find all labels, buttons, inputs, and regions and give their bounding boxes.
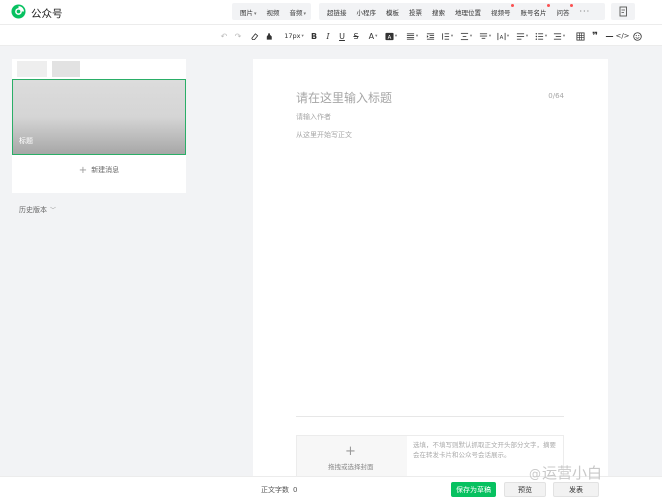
menu-audio[interactable]: 音频▾ [285, 7, 312, 17]
chevron-down-icon: ▾ [544, 33, 548, 39]
media-insert-menu: 图片▾ 视频 音频▾ [232, 3, 311, 20]
wechat-official-account-logo-icon [11, 4, 26, 19]
chevron-down-icon: ▾ [562, 33, 566, 39]
content-insert-menu: 超链接 小程序 模板 投票 搜索 地理位置 视频号 账号名片 问答 ··· [319, 3, 605, 20]
chevron-down-icon: ▾ [301, 33, 304, 39]
menu-mini-program[interactable]: 小程序 [352, 7, 382, 17]
svg-text:A: A [500, 34, 504, 40]
menu-qa[interactable]: 问答 [552, 3, 575, 17]
paragraph-spacing-icon[interactable]: ▾ [459, 30, 473, 42]
svg-text:A: A [388, 34, 392, 40]
menu-account-card[interactable]: 账号名片 [516, 3, 552, 17]
new-message-label: 新建消息 [91, 166, 120, 174]
column-icon[interactable]: ▾ [515, 30, 529, 42]
background-color-icon[interactable]: A ▾ [384, 30, 398, 42]
body-editor[interactable]: 从这里开始写正文 [296, 130, 352, 140]
article-cover-card[interactable]: 标题 [12, 79, 186, 155]
underline-icon[interactable]: U [338, 30, 346, 42]
chevron-down-icon: ▾ [394, 33, 398, 39]
document-icon [619, 6, 627, 17]
menu-image[interactable]: 图片▾ [235, 7, 262, 17]
line-spacing-icon[interactable]: ▾ [440, 30, 454, 42]
plus-icon: + [345, 444, 356, 459]
menu-template[interactable]: 模板 [381, 7, 404, 17]
menu-location[interactable]: 地理位置 [450, 7, 486, 17]
undo-icon[interactable]: ↶ [219, 30, 229, 42]
indent-icon[interactable] [425, 30, 435, 42]
table-icon[interactable] [575, 30, 585, 42]
new-message-button[interactable]: + 新建消息 [12, 165, 186, 176]
author-input[interactable]: 请输入作者 [296, 112, 331, 122]
side-panel-button[interactable] [611, 3, 635, 20]
word-count: 正文字数 0 [261, 485, 297, 495]
clear-format-icon[interactable] [249, 30, 259, 42]
chevron-down-icon: ▾ [415, 33, 419, 39]
history-versions-toggle[interactable]: 历史版本 ﹀ [19, 205, 56, 215]
redacted-account-info [17, 61, 87, 77]
chevron-down-icon: ﹀ [50, 207, 57, 214]
chevron-down-icon: ▾ [303, 10, 307, 17]
publish-button[interactable]: 发表 [553, 482, 599, 497]
divider-icon[interactable] [604, 30, 614, 42]
list-icon[interactable]: ▾ [534, 30, 548, 42]
more-menu-button[interactable]: ··· [575, 7, 596, 16]
top-bar: 公众号 图片▾ 视频 音频▾ 超链接 小程序 模板 投票 搜索 地理位置 视频号… [0, 0, 662, 24]
article-list-card: 标题 + 新建消息 [12, 59, 186, 193]
divider [296, 416, 564, 417]
font-size-select[interactable]: 17px ▾ [283, 30, 305, 42]
chevron-down-icon: ▾ [488, 33, 492, 39]
cover-upload-label: 拖拽或选择封面 [328, 463, 374, 471]
title-input[interactable]: 请在这里输入标题 [296, 89, 392, 106]
letter-spacing-icon[interactable]: A ▾ [496, 30, 510, 42]
word-count-label: 正文字数 [261, 486, 289, 494]
menu-channels[interactable]: 视频号 [486, 3, 516, 17]
redo-icon[interactable]: ↷ [233, 30, 243, 42]
menu-vote[interactable]: 投票 [404, 7, 427, 17]
font-color-icon[interactable]: A ▾ [366, 30, 380, 42]
chevron-down-icon: ▾ [506, 33, 510, 39]
history-label: 历史版本 [19, 206, 47, 214]
strikethrough-icon[interactable]: S [352, 30, 360, 42]
new-badge-dot [510, 3, 514, 7]
quote-icon[interactable]: ❞ [590, 30, 600, 42]
text-direction-icon[interactable]: ▾ [478, 30, 492, 42]
plus-icon: + [78, 165, 88, 176]
chevron-down-icon: ▾ [525, 33, 529, 39]
align-icon[interactable]: ▾ [405, 30, 419, 42]
new-badge-dot [546, 3, 550, 7]
digest-input[interactable]: 选填，不填写则默认抓取正文开头部分文字，摘要会在转发卡片和公众号会话展示。 [413, 440, 557, 460]
chevron-down-icon: ▾ [254, 10, 257, 17]
format-toolbar: ↶ ↷ 17px▾ B I U S A▾ A ▾ ▾ ▾ ▾ ▾ A ▾ ▾ [0, 24, 662, 46]
title-char-counter: 0/64 [548, 92, 564, 100]
article-cover-title: 标题 [19, 137, 33, 145]
chevron-down-icon: ▾ [469, 33, 473, 39]
menu-search[interactable]: 搜索 [427, 7, 450, 17]
chevron-down-icon: ▾ [375, 33, 378, 39]
word-count-value: 0 [293, 486, 298, 494]
preview-button[interactable]: 预览 [504, 482, 546, 497]
menu-hyperlink[interactable]: 超链接 [322, 7, 352, 17]
editor-panel: 请在这里输入标题 0/64 请输入作者 从这里开始写正文 + 拖拽或选择封面 选… [253, 59, 608, 500]
menu-video[interactable]: 视频 [262, 7, 285, 17]
brand-name: 公众号 [31, 8, 63, 20]
emoji-icon[interactable] [632, 30, 642, 42]
italic-icon[interactable]: I [324, 30, 332, 42]
bold-icon[interactable]: B [310, 30, 318, 42]
format-painter-icon[interactable] [264, 30, 274, 42]
save-draft-button[interactable]: 保存为草稿 [451, 482, 496, 497]
watermark: @运营小白 [529, 464, 603, 482]
code-icon[interactable]: </> [615, 30, 629, 42]
ordered-list-icon[interactable]: ▾ [552, 30, 566, 42]
new-badge-dot [569, 3, 573, 7]
chevron-down-icon: ▾ [450, 33, 454, 39]
